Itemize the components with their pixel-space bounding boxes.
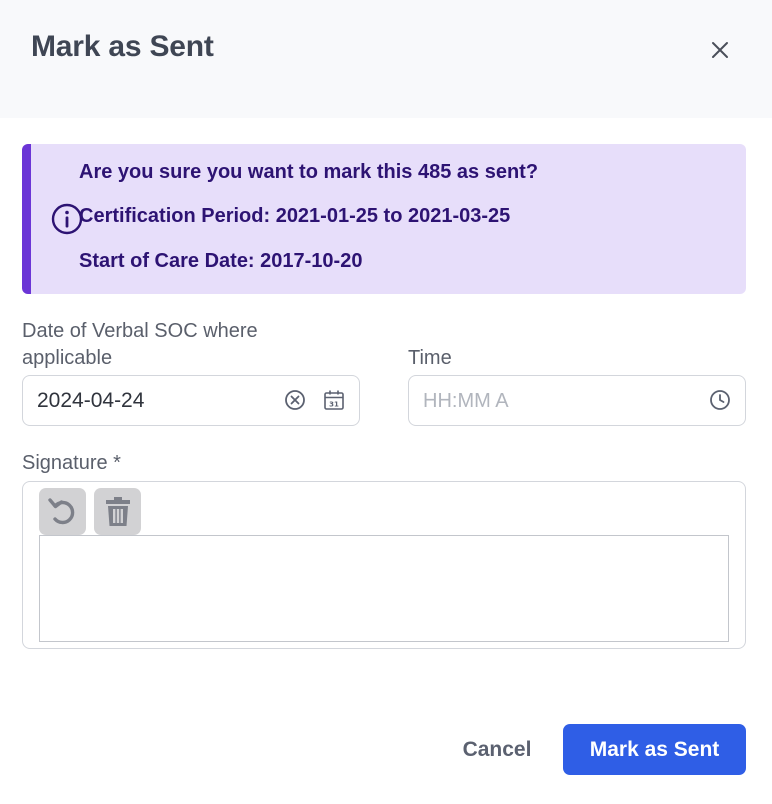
mark-as-sent-dialog: Mark as Sent Are you sure you want to ma… (0, 0, 772, 804)
cancel-button[interactable]: Cancel (448, 724, 546, 775)
start-of-care-date: Start of Care Date: 2017-10-20 (79, 250, 363, 272)
signature-canvas[interactable] (39, 535, 729, 642)
close-button[interactable] (706, 36, 734, 64)
delete-button[interactable] (94, 488, 141, 535)
undo-button[interactable] (39, 488, 86, 535)
time-placeholder[interactable]: HH:MM A (423, 390, 509, 413)
time-label: Time (408, 347, 452, 369)
date-field[interactable]: 2024-04-24 31 (22, 375, 360, 426)
calendar-day: 31 (329, 401, 339, 409)
close-icon (712, 42, 728, 58)
alert-question: Are you sure you want to mark this 485 a… (79, 161, 539, 183)
clock-icon[interactable] (708, 388, 732, 412)
date-value[interactable]: 2024-04-24 (37, 389, 144, 413)
clear-icon[interactable] (283, 388, 307, 412)
time-field[interactable]: HH:MM A (408, 375, 746, 426)
dialog-header: Mark as Sent (0, 0, 772, 118)
trash-icon (105, 496, 130, 526)
calendar-icon[interactable]: 31 (322, 388, 346, 412)
dialog-title: Mark as Sent (31, 30, 214, 63)
signature-label: Signature * (22, 452, 121, 474)
undo-icon (47, 497, 74, 524)
certification-period: Certification Period: 2021-01-25 to 2021… (79, 205, 511, 227)
mark-as-sent-button[interactable]: Mark as Sent (563, 724, 746, 775)
date-label: Date of Verbal SOC where applicable (22, 320, 258, 369)
